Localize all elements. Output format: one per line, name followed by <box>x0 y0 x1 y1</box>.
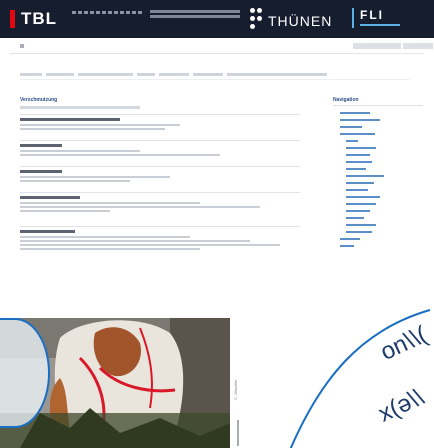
partner-wordmark-icon <box>150 10 240 18</box>
navigation-item[interactable] <box>346 203 376 205</box>
ktbl-wordmark-icon <box>72 11 142 14</box>
breadcrumb-item[interactable] <box>137 73 155 76</box>
navigation-item[interactable] <box>346 161 372 163</box>
photo-credit: C. Winckler <box>233 379 238 400</box>
navigation-item[interactable] <box>346 140 358 142</box>
page-subtitle <box>20 106 140 109</box>
site-header: TBL THÜNEN FLI <box>0 0 434 38</box>
fli-logo-line <box>352 8 354 28</box>
page-title: Verschmutzung <box>20 97 58 103</box>
search-field[interactable] <box>353 43 401 49</box>
navigation-item[interactable] <box>346 231 372 233</box>
navigation-item[interactable] <box>340 245 354 247</box>
photo-divider <box>237 420 239 446</box>
navigation-list <box>340 112 420 252</box>
text-block <box>20 118 220 132</box>
navigation-item[interactable] <box>340 238 360 240</box>
navigation-item[interactable] <box>346 196 380 198</box>
divider <box>20 192 300 193</box>
navigation-divider <box>333 105 423 106</box>
divider <box>20 114 300 115</box>
breadcrumb-item <box>227 73 327 76</box>
fli-logo-underline <box>360 24 400 26</box>
navigation-item[interactable] <box>340 126 362 128</box>
text-block <box>20 144 320 158</box>
breadcrumb-item[interactable] <box>46 73 74 76</box>
fli-logo[interactable]: FLI <box>360 8 384 22</box>
navigation-item[interactable] <box>346 147 376 149</box>
ktbl-logo-text: TBL <box>21 9 58 28</box>
navigation-item[interactable] <box>346 210 370 212</box>
ktbl-logo-bar <box>10 10 15 28</box>
breadcrumb-item[interactable] <box>20 73 42 76</box>
navigation-item[interactable] <box>346 154 370 156</box>
decorative-arc <box>289 309 431 448</box>
breadcrumb <box>20 70 410 80</box>
navigation-heading: Navigation <box>333 97 359 103</box>
divider <box>20 166 300 167</box>
text-block <box>20 196 320 214</box>
navigation-item[interactable] <box>340 119 380 121</box>
login-link[interactable] <box>403 43 433 49</box>
breadcrumb-item[interactable] <box>193 73 223 76</box>
text-block <box>20 230 320 252</box>
thuenen-logo-icon[interactable] <box>250 8 266 30</box>
ktbl-logo[interactable]: TBL <box>10 8 57 30</box>
navigation-item[interactable] <box>346 189 368 191</box>
breadcrumb-item[interactable] <box>78 73 133 76</box>
divider <box>20 140 300 141</box>
navigation-item[interactable] <box>346 182 374 184</box>
breadcrumb-item[interactable] <box>159 73 189 76</box>
navigation-item[interactable] <box>340 133 375 135</box>
divider <box>20 226 300 227</box>
navigation-item[interactable] <box>346 168 366 170</box>
home-icon[interactable] <box>20 44 24 48</box>
navigation-item[interactable] <box>346 217 364 219</box>
navigation-item[interactable] <box>346 175 384 177</box>
navigation-item[interactable] <box>340 112 370 114</box>
navigation-item[interactable] <box>346 224 376 226</box>
thuenen-logo-text: THÜNEN <box>268 13 333 29</box>
top-navigation <box>10 40 433 54</box>
text-block <box>20 170 320 184</box>
